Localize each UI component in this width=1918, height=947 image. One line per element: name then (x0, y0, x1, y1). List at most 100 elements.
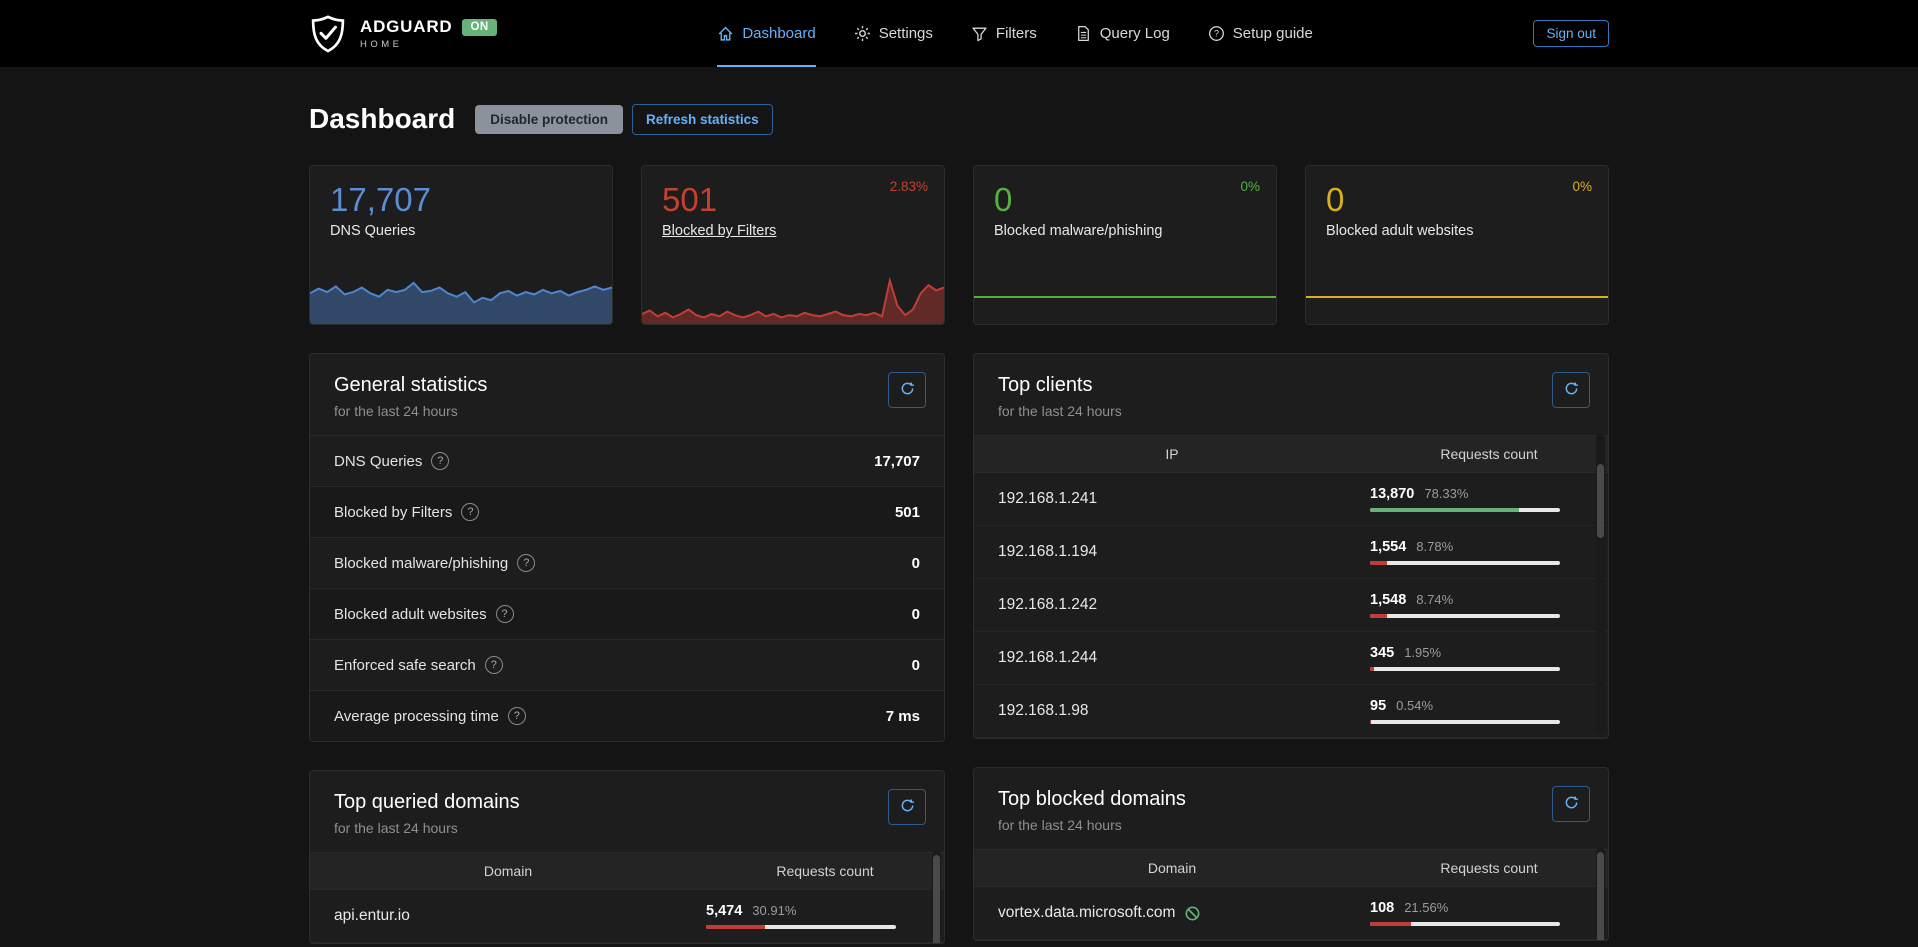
nav-label: Query Log (1100, 25, 1170, 42)
scrollbar[interactable] (1596, 848, 1605, 936)
scrollbar-thumb[interactable] (933, 855, 940, 944)
stat-row-value: 0 (912, 606, 920, 623)
requests-bar-fill (1370, 720, 1371, 724)
stat-row-value: 0 (912, 657, 920, 674)
client-ip-cell[interactable]: 192.168.1.241 (998, 490, 1370, 508)
table-row: 192.168.1.242 1,548 8.74% (974, 579, 1608, 632)
tab-setup-guide[interactable]: ? Setup guide (1208, 0, 1313, 67)
slash-circle-icon[interactable] (1184, 905, 1201, 922)
column-header-domain: Domain (310, 863, 706, 879)
stat-row-value: 0 (912, 555, 920, 572)
client-ip-cell[interactable]: 192.168.1.98 (998, 702, 1370, 720)
help-icon[interactable]: ? (485, 656, 503, 674)
help-icon[interactable]: ? (508, 707, 526, 725)
dns-queries-sparkline-chart (310, 272, 612, 324)
stat-row-label: Blocked by Filters (334, 504, 452, 521)
stat-value: 0 (994, 182, 1256, 218)
svg-text:?: ? (1214, 29, 1219, 39)
request-count: 345 (1370, 645, 1394, 661)
card-title: Top blocked domains (998, 788, 1584, 811)
stat-row-label: DNS Queries (334, 453, 422, 470)
sign-out-button[interactable]: Sign out (1533, 20, 1609, 47)
request-percent: 30.91% (752, 903, 796, 918)
requests-bar (1370, 561, 1560, 565)
stat-card-blocked-malware: 0% 0 Blocked malware/phishing (973, 165, 1277, 325)
nav-label: Filters (996, 25, 1037, 42)
stat-percent: 0% (1240, 179, 1260, 194)
disable-protection-button[interactable]: Disable protection (475, 105, 623, 134)
blocked-by-filters-sparkline-chart (642, 272, 944, 324)
adguard-shield-logo-icon (309, 15, 347, 53)
requests-bar (1370, 614, 1560, 618)
top-blocked-domains-card: Top blocked domains for the last 24 hour… (973, 767, 1609, 941)
card-subtitle: for the last 24 hours (334, 403, 920, 419)
refresh-icon (1564, 381, 1579, 399)
refresh-icon (1564, 795, 1579, 813)
top-clients-card: Top clients for the last 24 hours IP Req… (973, 353, 1609, 739)
help-icon[interactable]: ? (517, 554, 535, 572)
request-percent: 78.33% (1424, 486, 1468, 501)
client-ip-cell[interactable]: 192.168.1.194 (998, 543, 1370, 561)
refresh-card-button[interactable] (888, 372, 926, 408)
client-ip-cell[interactable]: 192.168.1.244 (998, 649, 1370, 667)
document-icon (1075, 25, 1092, 42)
refresh-statistics-button[interactable]: Refresh statistics (632, 104, 773, 135)
blocked-by-filters-link[interactable]: Blocked by Filters (662, 223, 776, 239)
request-count: 108 (1370, 900, 1394, 916)
requests-bar (1370, 508, 1560, 512)
nav-label: Settings (879, 25, 933, 42)
refresh-card-button[interactable] (888, 789, 926, 825)
table-row: 192.168.1.241 13,870 78.33% (974, 473, 1608, 526)
stat-row-value: 501 (895, 504, 920, 521)
card-subtitle: for the last 24 hours (334, 820, 920, 836)
requests-bar-fill (1370, 922, 1411, 926)
scrollbar-thumb[interactable] (1597, 464, 1604, 538)
requests-bar (1370, 720, 1560, 724)
help-icon[interactable]: ? (431, 452, 449, 470)
tab-dashboard[interactable]: Dashboard (717, 0, 815, 67)
table-row: 192.168.1.98 95 0.54% (974, 685, 1608, 738)
column-header-requests: Requests count (1370, 446, 1608, 462)
tab-settings[interactable]: Settings (854, 0, 933, 67)
stat-card-blocked-by-filters: 2.83% 501 Blocked by Filters (641, 165, 945, 325)
help-icon[interactable]: ? (496, 605, 514, 623)
tab-query-log[interactable]: Query Log (1075, 0, 1170, 67)
card-subtitle: for the last 24 hours (998, 817, 1584, 833)
scrollbar[interactable] (932, 851, 941, 939)
requests-bar-fill (1370, 614, 1387, 618)
table-row: 192.168.1.194 1,554 8.78% (974, 526, 1608, 579)
column-header-requests: Requests count (706, 863, 944, 879)
gear-icon (854, 25, 871, 42)
domain-cell[interactable]: api.entur.io (334, 907, 706, 925)
refresh-icon (900, 798, 915, 816)
refresh-card-button[interactable] (1552, 372, 1590, 408)
scrollbar[interactable] (1596, 434, 1605, 734)
brand: ADGUARD ON HOME (309, 0, 497, 67)
request-percent: 1.95% (1404, 645, 1441, 660)
column-header-requests: Requests count (1370, 860, 1608, 876)
requests-bar-fill (1370, 508, 1519, 512)
domain-cell[interactable]: vortex.data.microsoft.com (998, 904, 1175, 922)
main-nav: Dashboard Settings Filters Query Log ? S… (497, 0, 1534, 67)
request-percent: 8.74% (1416, 592, 1453, 607)
stat-percent: 0% (1572, 179, 1592, 194)
scrollbar-thumb[interactable] (1597, 852, 1604, 941)
general-statistics-table: DNS Queries? 17,707 Blocked by Filters? … (310, 435, 944, 741)
requests-bar (706, 925, 896, 929)
tab-filters[interactable]: Filters (971, 0, 1037, 67)
client-ip-cell[interactable]: 192.168.1.242 (998, 596, 1370, 614)
stat-label: Blocked malware/phishing (994, 223, 1162, 239)
stat-percent: 2.83% (890, 179, 928, 194)
request-percent: 21.56% (1404, 900, 1448, 915)
refresh-card-button[interactable] (1552, 786, 1590, 822)
requests-bar-fill (1370, 667, 1374, 671)
request-percent: 8.78% (1416, 539, 1453, 554)
top-queried-domains-card: Top queried domains for the last 24 hour… (309, 770, 945, 944)
help-icon[interactable]: ? (461, 503, 479, 521)
adult-sparkline-flat-line (1306, 296, 1608, 298)
protection-status-badge: ON (462, 19, 496, 36)
stat-row-label: Average processing time (334, 708, 499, 725)
requests-bar-fill (1370, 561, 1387, 565)
stat-row: Average processing time? 7 ms (310, 690, 944, 741)
refresh-icon (900, 381, 915, 399)
